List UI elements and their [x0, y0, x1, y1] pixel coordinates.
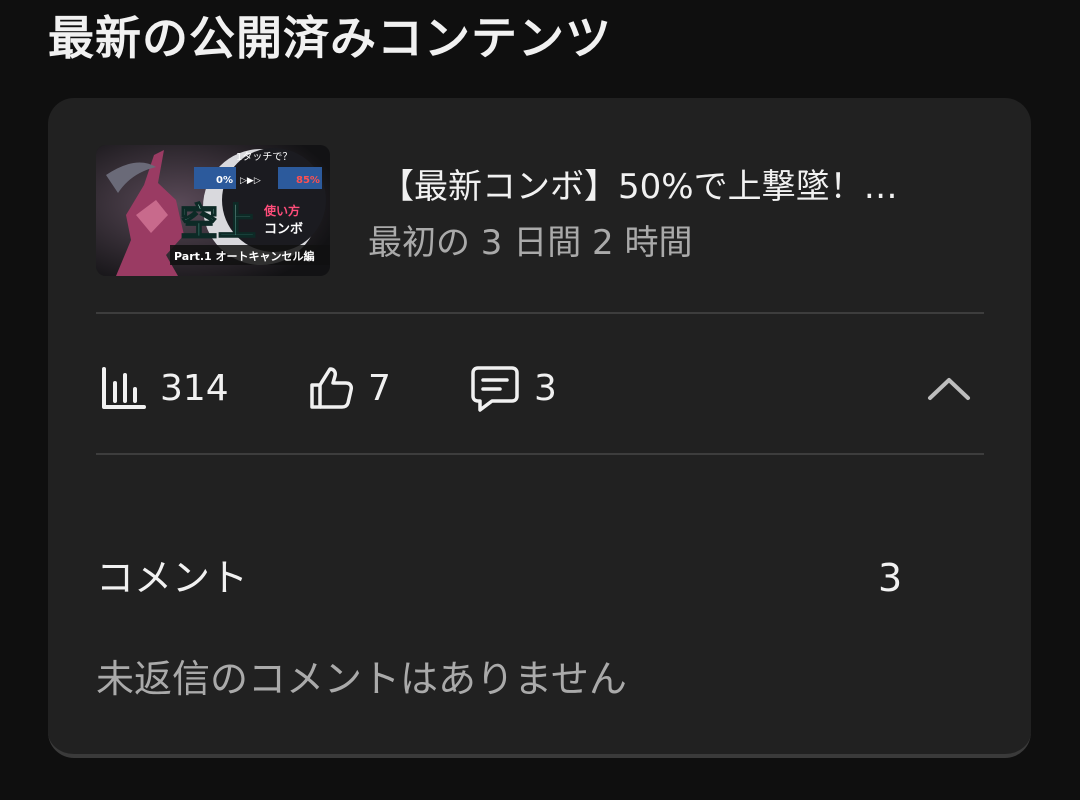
thumb-arrows-icon: ▷▶▷ [240, 176, 261, 186]
collapse-button[interactable] [924, 366, 974, 410]
thumb-pct-end: 85% [296, 175, 320, 186]
thumb-main-text: 空上 [180, 200, 256, 244]
video-thumbnail[interactable]: 1タッチで？ 0% ▷▶▷ 85% 空上 使い方 コンボ Part.1 オートキ… [96, 145, 330, 276]
no-reply-message: 未返信のコメントはありません [96, 657, 627, 701]
latest-content-card: 1タッチで？ 0% ▷▶▷ 85% 空上 使い方 コンボ Part.1 オートキ… [48, 98, 1031, 758]
video-meta: 最初の 3 日間 2 時間 [368, 223, 693, 263]
stats-row: 314 7 3 [96, 348, 984, 428]
thumbs-up-icon [310, 367, 353, 409]
comments-label: コメント [96, 556, 249, 600]
views-count: 314 [160, 367, 229, 409]
comments-stat: 3 [470, 348, 557, 428]
comments-count: 3 [878, 556, 903, 600]
thumb-bottom-text: Part.1 オートキャンセル編 [174, 249, 315, 263]
likes-count: 7 [368, 367, 391, 409]
likes-stat: 7 [308, 348, 391, 428]
chevron-up-icon [928, 378, 970, 400]
thumb-top-text: 1タッチで？ [236, 151, 292, 163]
comment-icon [471, 366, 519, 412]
views-stat: 314 [100, 348, 229, 428]
thumb-pct-start: 0% [216, 175, 233, 186]
bar-chart-icon [102, 367, 146, 409]
video-row[interactable]: 1タッチで？ 0% ▷▶▷ 85% 空上 使い方 コンボ Part.1 オートキ… [96, 145, 986, 276]
thumbnail-art: 1タッチで？ 0% ▷▶▷ 85% 空上 使い方 コンボ Part.1 オートキ… [96, 145, 330, 276]
comments-count-stat: 3 [534, 367, 557, 409]
thumb-side-text-1: 使い方 [263, 203, 300, 218]
section-title: 最新の公開済みコンテンツ [48, 11, 612, 65]
divider-top [96, 312, 984, 314]
video-title[interactable]: 【最新コンボ】50%で上撃墜！… [380, 165, 1000, 209]
divider-bottom [96, 453, 984, 455]
thumb-side-text-2: コンボ [264, 221, 303, 237]
